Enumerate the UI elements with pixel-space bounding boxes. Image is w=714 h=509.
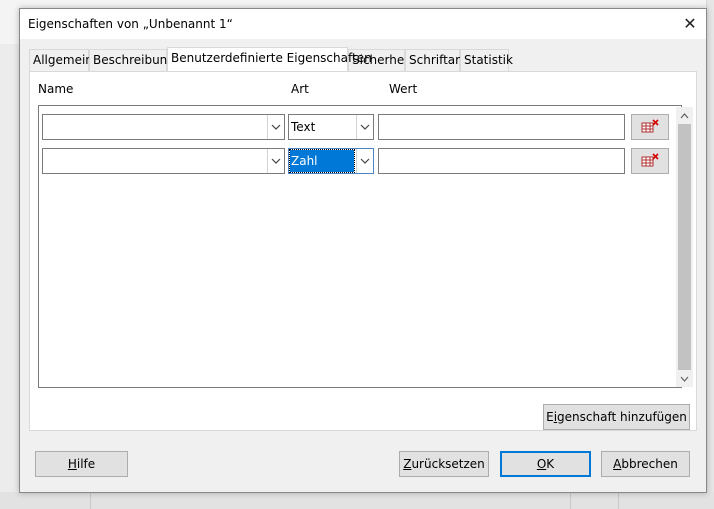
tab-label: Statistik — [464, 53, 513, 67]
property-type-combo[interactable]: Zahl — [288, 148, 374, 174]
background-divider — [90, 492, 91, 509]
close-icon[interactable]: ✕ — [680, 15, 700, 33]
property-name-combo[interactable] — [42, 114, 285, 140]
chevron-down-icon[interactable] — [267, 149, 284, 173]
tab-font[interactable]: Schriftart — [405, 49, 465, 71]
chevron-down-icon[interactable] — [356, 115, 373, 139]
vertical-scrollbar[interactable] — [676, 107, 693, 387]
button-label: Zurücksetzen — [403, 457, 485, 471]
background-divider — [618, 492, 619, 509]
background-divider — [570, 492, 571, 509]
ok-button[interactable]: OK — [500, 451, 591, 477]
column-header-name: Name — [38, 82, 74, 96]
property-type-value: Zahl — [289, 149, 355, 173]
chevron-down-icon[interactable] — [676, 370, 693, 387]
chevron-down-icon[interactable] — [356, 149, 373, 173]
tab-statistics[interactable]: Statistik — [460, 49, 513, 71]
property-name-combo[interactable] — [42, 148, 285, 174]
property-value-field[interactable] — [378, 114, 625, 140]
cancel-button[interactable]: Abbrechen — [601, 451, 690, 477]
help-button[interactable]: Hilfe — [35, 451, 128, 477]
property-type-combo[interactable]: Text — [288, 114, 374, 140]
button-label: OK — [536, 457, 555, 471]
chevron-up-icon[interactable] — [676, 107, 693, 124]
button-label: Hilfe — [67, 457, 96, 471]
properties-list: Text Zahl — [38, 105, 693, 388]
tab-label: Schriftart — [409, 53, 465, 67]
property-type-value: Text — [291, 120, 316, 134]
property-value-field[interactable] — [378, 148, 625, 174]
delete-property-button[interactable] — [631, 148, 669, 174]
custom-properties-panel: Name Art Wert Text Zahl Eigenschaft hinz… — [29, 71, 697, 431]
button-label: Eigenschaft hinzufügen — [546, 410, 687, 424]
tab-description[interactable]: Beschreibung — [89, 49, 175, 71]
background-statusbar — [0, 492, 714, 509]
chevron-down-icon[interactable] — [267, 115, 284, 139]
delete-property-button[interactable] — [631, 114, 669, 140]
scrollbar-thumb[interactable] — [678, 124, 691, 370]
title-bar: Eigenschaften von „Unbenannt 1“ ✕ — [20, 9, 706, 39]
add-property-button[interactable]: Eigenschaft hinzufügen — [543, 404, 690, 430]
button-label: Abbrechen — [613, 457, 678, 471]
tab-general[interactable]: Allgemein — [29, 49, 93, 71]
delete-property-icon — [641, 118, 659, 136]
properties-dialog: Eigenschaften von „Unbenannt 1“ ✕ Allgem… — [19, 8, 707, 493]
column-header-type: Art — [291, 82, 309, 96]
tab-custom-properties[interactable]: Benutzerdefinierte Eigenschaften — [167, 47, 372, 71]
background-window-edge — [706, 0, 714, 509]
tab-label: Beschreibung — [93, 53, 175, 67]
dialog-title: Eigenschaften von „Unbenannt 1“ — [28, 17, 233, 31]
tab-label: Allgemein — [33, 53, 93, 67]
column-header-value: Wert — [389, 82, 418, 96]
reset-button[interactable]: Zurücksetzen — [399, 451, 489, 477]
delete-property-icon — [641, 152, 659, 170]
tab-label: Benutzerdefinierte Eigenschaften — [171, 51, 372, 65]
